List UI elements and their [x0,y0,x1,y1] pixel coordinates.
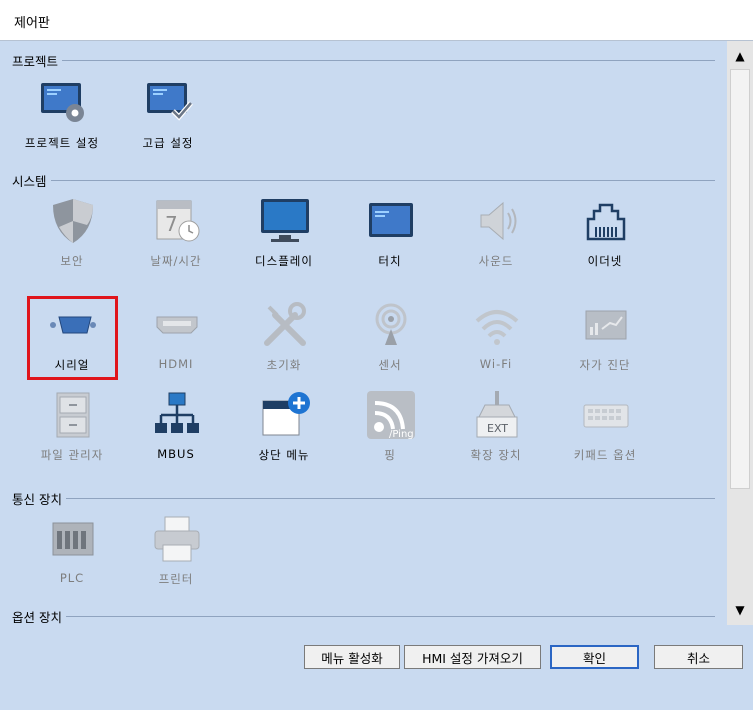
ping-label: /Ping [389,429,414,440]
item-sound[interactable]: 사운드 [446,195,546,285]
section-label: 프로젝트 [12,54,63,69]
ethernet-port-icon [580,195,632,247]
section-system: 시스템 [12,171,715,189]
item-label: 확장 장치 [470,448,522,462]
vertical-scrollbar[interactable]: ▲ ▼ [727,41,753,625]
panel-content: 프로젝트 프로젝트 설정 고급 설정 시스템 보안 7 날짜/시간 디스플레이 … [0,41,727,641]
item-keypad[interactable]: 키패드 옵션 [555,389,655,479]
item-file-manager[interactable]: 파일 관리자 [22,389,122,479]
item-label: Wi-Fi [479,357,513,371]
item-expansion[interactable]: EXT 확장 장치 [446,389,546,479]
monitor-check-icon [143,77,195,129]
hmi-import-button[interactable]: HMI 설정 가져오기 [404,645,541,669]
item-label: 보안 [60,254,84,268]
window-title: 제어판 [14,16,50,31]
item-label: 프로젝트 설정 [24,136,100,150]
item-label: 키패드 옵션 [573,448,637,462]
expansion-port-icon: EXT [471,389,523,441]
item-ethernet[interactable]: 이더넷 [555,195,655,285]
item-label: 자가 진단 [579,358,631,372]
speaker-icon [471,195,523,247]
file-cabinet-icon [47,389,99,441]
section-project: 프로젝트 [12,51,715,69]
ext-label: EXT [487,422,508,435]
item-label: 디스플레이 [255,254,313,268]
wifi-icon [471,299,523,351]
item-sensor[interactable]: 센서 [340,299,440,389]
cancel-button[interactable]: 취소 [654,645,743,669]
keyboard-icon [580,389,632,441]
item-label: HDMI [158,357,194,371]
scroll-up-icon[interactable]: ▲ [727,45,753,67]
item-label: 상단 메뉴 [258,448,310,462]
item-wifi[interactable]: Wi-Fi [446,299,546,389]
title-bar: 제어판 [0,0,753,40]
section-label: 시스템 [12,174,51,189]
item-printer[interactable]: 프린터 [126,513,226,603]
section-divider [12,498,715,499]
chart-screen-icon [580,299,632,351]
item-security[interactable]: 보안 [22,195,122,285]
item-mbus[interactable]: MBUS [126,389,226,479]
section-divider [12,180,715,181]
item-advanced-settings[interactable]: 고급 설정 [118,77,218,167]
menu-activate-button[interactable]: 메뉴 활성화 [304,645,400,669]
plc-module-icon [47,513,99,565]
item-touch[interactable]: 터치 [340,195,440,285]
item-label: MBUS [157,447,195,461]
item-label: PLC [59,571,85,585]
item-ping[interactable]: /Ping 핑 [340,389,440,479]
calendar-day: 7 [165,212,178,236]
shield-icon [47,195,99,247]
scroll-down-icon[interactable]: ▼ [727,599,753,621]
item-label: 터치 [378,254,402,268]
item-top-menu[interactable]: 상단 메뉴 [234,389,334,479]
item-label: 날짜/시간 [150,254,202,268]
item-datetime[interactable]: 7 날짜/시간 [126,195,226,285]
touch-screen-icon [365,195,417,247]
control-panel: 프로젝트 프로젝트 설정 고급 설정 시스템 보안 7 날짜/시간 디스플레이 … [0,40,753,710]
section-options: 옵션 장치 [12,607,715,625]
section-label: 옵션 장치 [12,610,66,625]
scrollbar-thumb[interactable] [730,69,750,489]
ok-button[interactable]: 확인 [550,645,639,669]
section-label: 통신 장치 [12,492,66,507]
calendar-add-icon [259,389,311,441]
tools-icon [259,299,311,351]
item-project-settings[interactable]: 프로젝트 설정 [12,77,112,167]
item-label: 사운드 [478,254,514,268]
item-reset[interactable]: 초기화 [234,299,334,389]
network-tree-icon [151,389,203,441]
item-selftest[interactable]: 자가 진단 [555,299,655,389]
item-display[interactable]: 디스플레이 [234,195,334,285]
item-hdmi[interactable]: HDMI [126,299,226,389]
item-label: 프린터 [158,572,194,586]
monitor-gear-icon [37,77,89,129]
item-label: 핑 [384,448,396,462]
display-monitor-icon [259,195,311,247]
item-plc[interactable]: PLC [22,513,122,603]
item-label: 고급 설정 [142,136,194,150]
sensor-icon [365,299,417,351]
selection-highlight [27,296,118,380]
item-label: 초기화 [266,358,302,372]
section-divider [12,60,715,61]
item-label: 파일 관리자 [40,448,104,462]
item-label: 센서 [378,358,402,372]
section-divider [12,616,715,617]
ping-signal-icon: /Ping [365,389,417,441]
item-label: 이더넷 [587,254,623,268]
calendar-clock-icon: 7 [151,195,203,247]
section-comm: 통신 장치 [12,489,715,507]
hdmi-port-icon [151,299,203,351]
printer-icon [151,513,203,565]
